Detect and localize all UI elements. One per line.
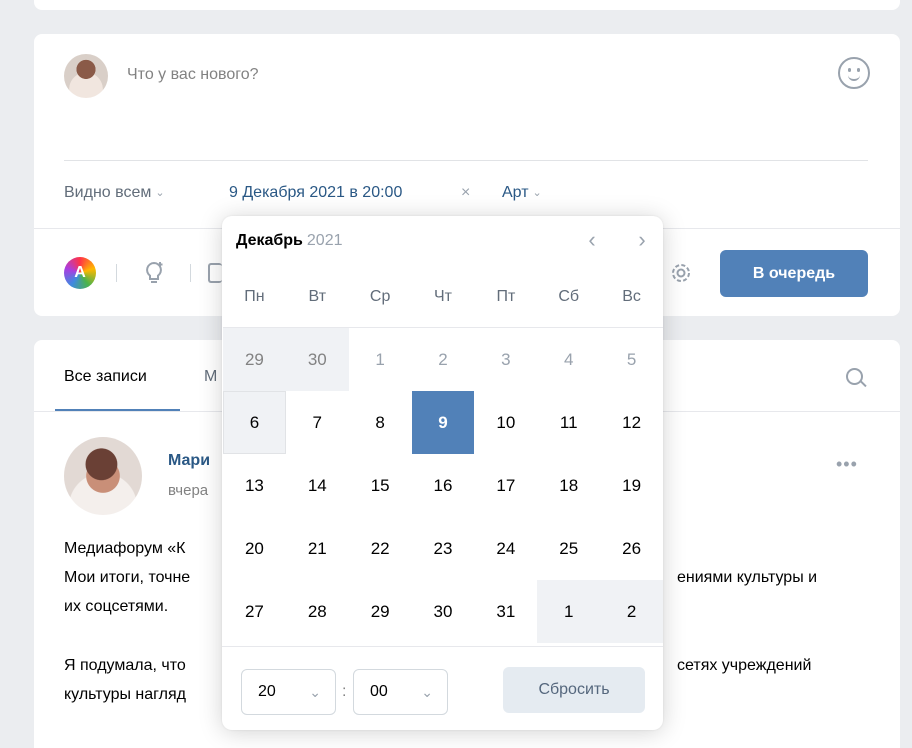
queue-button[interactable]: В очередь <box>720 250 868 297</box>
chevron-right-icon[interactable]: › <box>630 228 654 252</box>
hour-value: 20 <box>258 683 276 700</box>
calendar-day[interactable]: 18 <box>537 454 600 517</box>
calendar-day-past[interactable]: 3 <box>474 328 537 391</box>
reset-button[interactable]: Сбросить <box>503 667 645 713</box>
calendar-day[interactable]: 15 <box>349 454 412 517</box>
calendar-day[interactable]: 7 <box>286 391 349 454</box>
calendar-day-next-month[interactable]: 2 <box>600 580 663 643</box>
weekday-label: Вт <box>308 287 327 305</box>
calendar-day[interactable]: 14 <box>286 454 349 517</box>
calendar-year: 2021 <box>306 232 343 249</box>
calendar-day-prev-month[interactable]: 29 <box>223 328 286 391</box>
bulb-icon[interactable] <box>143 260 165 286</box>
previous-card <box>34 0 900 10</box>
calendar-day-selected[interactable]: 9 <box>411 391 475 454</box>
composer-input[interactable]: Что у вас нового? <box>127 66 259 84</box>
post-author[interactable]: Мари <box>168 452 210 470</box>
calendar-day[interactable]: 16 <box>412 454 475 517</box>
tab-all-posts[interactable]: Все записи <box>64 368 147 386</box>
calendar-week: 13 14 15 16 17 18 19 <box>223 454 663 517</box>
chevron-down-icon: ⌄ <box>309 684 321 700</box>
avatar[interactable] <box>64 54 108 98</box>
attach-icon[interactable] <box>208 263 222 283</box>
calendar-day[interactable]: 24 <box>474 517 537 580</box>
visibility-label: Видно всем <box>64 184 152 201</box>
calendar-day[interactable]: 8 <box>349 391 412 454</box>
emoji-icon[interactable] <box>838 57 870 89</box>
calendar-day[interactable]: 21 <box>286 517 349 580</box>
calendar-day[interactable]: 29 <box>349 580 412 643</box>
weekday-label: Пн <box>244 287 265 305</box>
author-dropdown[interactable]: Арт ⌄ <box>502 184 542 202</box>
tool-separator <box>116 264 117 282</box>
calendar-month: Декабрь <box>236 232 303 249</box>
calendar-day[interactable]: 28 <box>286 580 349 643</box>
calendar-footer: 20 ⌄ : 00 ⌄ Сбросить <box>222 646 663 730</box>
calendar-day[interactable]: 10 <box>474 391 537 454</box>
calendar-day-prev-month[interactable]: 30 <box>285 328 349 391</box>
calendar-day[interactable]: 12 <box>600 391 663 454</box>
calendar-day[interactable]: 26 <box>600 517 663 580</box>
time-separator: : <box>342 683 347 700</box>
weekday-header: Пн Вт Ср Чт Пт Сб Вс <box>223 266 663 328</box>
weekday-label: Вс <box>622 287 641 305</box>
calendar-day[interactable]: 20 <box>223 517 286 580</box>
minute-select[interactable]: 00 ⌄ <box>353 669 448 715</box>
post-text-line: сетях учреждений <box>677 657 812 674</box>
calendar-day[interactable]: 30 <box>412 580 475 643</box>
calendar-day-past[interactable]: 5 <box>600 328 663 391</box>
post-text-line: Медиафорум «К <box>64 540 186 557</box>
hour-select[interactable]: 20 ⌄ <box>241 669 336 715</box>
tab-my-posts[interactable]: М <box>204 368 217 386</box>
calendar-day-past[interactable]: 2 <box>412 328 475 391</box>
visibility-dropdown[interactable]: Видно всем ⌄ <box>64 184 165 202</box>
post-text-line: культуры нагляд <box>64 686 186 703</box>
calendar-day[interactable]: 17 <box>474 454 537 517</box>
more-icon[interactable]: ••• <box>836 454 858 475</box>
calendar-day[interactable]: 13 <box>223 454 286 517</box>
clear-date-icon[interactable]: × <box>461 184 470 202</box>
chevron-down-icon: ⌄ <box>421 684 433 700</box>
calendar-day[interactable]: 27 <box>223 580 286 643</box>
calendar-week: 27 28 29 30 31 1 2 <box>223 580 663 643</box>
calendar-week: 20 21 22 23 24 25 26 <box>223 517 663 580</box>
calendar-day[interactable]: 19 <box>600 454 663 517</box>
text-style-icon[interactable]: A <box>64 257 96 289</box>
calendar-day[interactable]: 22 <box>349 517 412 580</box>
calendar-day[interactable]: 25 <box>537 517 600 580</box>
scheduled-date[interactable]: 9 Декабря 2021 в 20:00 <box>229 184 402 202</box>
weekday-label: Пт <box>496 287 516 305</box>
gear-icon[interactable] <box>668 260 694 286</box>
calendar-grid: Пн Вт Ср Чт Пт Сб Вс 29 30 1 2 3 4 5 6 7… <box>223 266 663 643</box>
post-text-line: их соцсетями. <box>64 598 169 615</box>
post-text-line: Мои итоги, точне <box>64 569 191 586</box>
chevron-left-icon[interactable]: ‹ <box>580 228 604 252</box>
post-avatar[interactable] <box>64 437 142 515</box>
calendar-week: 6 7 8 9 10 11 12 <box>223 391 663 454</box>
calendar-day-past[interactable]: 1 <box>349 328 412 391</box>
date-picker-popup: Декабрь 2021 ‹ › Пн Вт Ср Чт Пт Сб Вс 29 … <box>222 216 663 730</box>
calendar-day-next-month[interactable]: 1 <box>537 580 601 643</box>
calendar-day[interactable]: 23 <box>412 517 475 580</box>
tool-separator <box>190 264 191 282</box>
search-icon[interactable] <box>846 368 863 385</box>
calendar-day[interactable]: 31 <box>474 580 537 643</box>
weekday-label: Чт <box>434 287 452 305</box>
post-text-line: Я подумала, что <box>64 657 186 674</box>
post-time[interactable]: вчера <box>168 482 208 499</box>
calendar-month-title: Декабрь 2021 <box>236 232 342 250</box>
chevron-down-icon: ⌄ <box>155 187 165 199</box>
calendar-day-today[interactable]: 6 <box>223 391 286 454</box>
composer-divider <box>64 160 868 161</box>
author-label: Арт <box>502 184 529 201</box>
chevron-down-icon: ⌄ <box>532 187 542 199</box>
weekday-label: Ср <box>369 287 391 305</box>
calendar-day-past[interactable]: 4 <box>537 328 600 391</box>
calendar-day[interactable]: 11 <box>537 391 600 454</box>
post-text-line: ениями культуры и <box>677 569 818 586</box>
calendar-week: 29 30 1 2 3 4 5 <box>223 328 663 391</box>
minute-value: 00 <box>370 683 388 700</box>
weekday-label: Сб <box>558 287 580 305</box>
